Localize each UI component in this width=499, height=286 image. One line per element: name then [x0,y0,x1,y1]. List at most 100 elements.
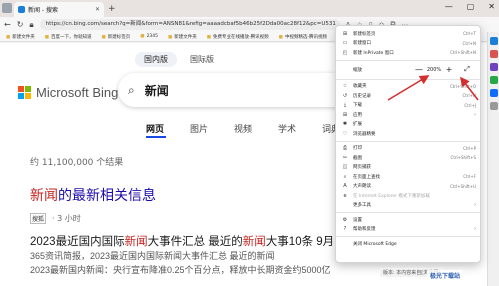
favorite-item[interactable]: 免费专业在线播放-腾讯视频 [207,34,269,40]
menu-item-favorites[interactable]: ☆ 收藏夹 Ctrl+Shift+O [336,82,480,92]
zoom-out-button[interactable]: — [412,65,426,74]
news-title-part: 大事10条 9月 [265,236,335,248]
menu-item-settings[interactable]: ⚙ 设置 [336,215,480,225]
favorite-item[interactable]: 中视频精选-腾讯视频 [279,34,327,40]
menu-item-history[interactable]: ↺ 历史记录 Ctrl+H [336,91,480,101]
news-title-part: 2023最近国内国际 [30,236,125,248]
menu-item-apps[interactable]: ⊞ 应用 › [336,110,480,120]
maximize-button[interactable]: ▢ [467,2,475,11]
search-box[interactable]: ⌕ 新闻 [118,73,368,107]
menu-item-more-tools[interactable]: 更多工具 › [336,201,480,211]
menu-item-help[interactable]: ? 帮助和反馈 › [336,225,480,235]
capture-icon: ◫ [342,164,348,171]
menu-label: 应用 [353,112,362,118]
zoom-in-button[interactable]: + [442,65,456,74]
tab-academic[interactable]: 学术 [278,122,322,135]
bing-logo[interactable]: Microsoft Bing [18,85,118,100]
menu-label: 扩展 [353,122,362,128]
results-count: 约 11,100,000 个结果 [30,158,124,168]
news-title-link[interactable]: 2023最近国内国际新闻大事件汇总 最近的新闻大事10条 9月 [30,233,334,249]
menu-item-web-capture[interactable]: ◫ 网页捕获 [336,163,480,173]
menu-item-inprivate[interactable]: ◰ 新建 InPrivate 窗口 Ctrl+Shift+N [336,48,480,58]
minimize-button[interactable]: — [445,2,453,11]
browser-tab[interactable]: 新闻 - 搜索 ✕ [14,2,104,17]
search-icon[interactable]: ⌕ [128,83,135,98]
new-tab-button[interactable]: + [108,4,116,14]
bing-favicon-icon [18,6,25,13]
result-title-link[interactable]: 新闻的最新相关信息 [30,185,156,205]
tab-images[interactable]: 图片 [190,122,234,135]
close-window-button[interactable]: ✕ [488,2,495,11]
result-type-tabs: 网页 图片 视频 学术 词典 [146,122,366,135]
menu-label: 关闭 Microsoft Edge [353,241,397,247]
bing-chat-icon[interactable] [489,37,498,45]
menu-label: 收藏夹 [353,84,367,90]
menu-item-close-edge[interactable]: 关闭 Microsoft Edge [336,239,480,249]
tab-web[interactable]: 网页 [146,122,190,135]
menu-item-read-aloud[interactable]: A 大声朗读 Ctrl+Shift+U [336,182,480,192]
edge-sidebar [487,32,499,286]
tab-videos[interactable]: 视频 [234,122,278,135]
active-tab-underline [146,136,166,138]
search-input[interactable]: 新闻 [145,82,169,99]
menu-item-find[interactable]: ⌕ 在页面上查找 Ctrl+F [336,172,480,182]
highlight-term: 新闻 [242,236,266,248]
menu-item-downloads[interactable]: ⤓ 下载 Ctrl+J [336,101,480,111]
region-scopes: 国内版 国际版 [135,52,223,67]
chevron-right-icon: › [474,111,476,118]
menu-label: 下载 [353,103,362,109]
menu-label: 新建标签页 [353,31,376,37]
menu-label: 在 Internet Explorer 模式下重新加载 [353,193,430,199]
menu-label: 打印 [353,146,362,152]
url-field[interactable]: https://cn.bing.com/search?q=新闻&form=ANS… [39,19,340,30]
menu-label: 新建窗口 [353,41,371,47]
favorite-item[interactable]: 百度一下，你就知道 [45,34,92,40]
menu-shortcut: Ctrl+F [463,174,476,180]
inprivate-icon: ◰ [342,49,348,56]
menu-label: 在页面上查找 [353,174,380,180]
favorite-item[interactable]: 新建标签页 [102,34,131,40]
menu-label: 更多工具 [353,203,371,209]
menu-divider [336,78,480,80]
menu-item-new-tab[interactable]: ⊞ 新建标签页 Ctrl+T [336,29,480,39]
scope-domestic[interactable]: 国内版 [135,52,177,67]
profile-icon[interactable] [2,3,12,13]
refresh-icon[interactable]: ↻ [17,20,24,29]
menu-item-new-window[interactable]: ▭ 新建窗口 Ctrl+N [336,39,480,49]
games-icon[interactable] [489,76,498,84]
menu-divider [336,140,480,142]
tools-icon[interactable] [489,63,498,71]
download-icon: ⤓ [343,102,347,109]
menu-item-essentials[interactable]: ♡ 浏览器精要 [336,129,480,139]
fullscreen-icon[interactable]: ⤢ [460,65,474,74]
menu-label: 网页捕获 [353,165,371,171]
menu-shortcut: Ctrl+T [463,31,476,37]
zoom-value: 200% [426,66,442,73]
favorite-item[interactable]: 2345 [140,34,158,39]
scope-international[interactable]: 国际版 [181,52,223,67]
menu-label: 帮助和反馈 [353,227,376,233]
favorite-item[interactable]: 新建文件夹 [6,34,35,40]
gear-icon: ⚙ [342,216,348,223]
microsoft-logo-icon [18,86,31,99]
new-tab-icon: ⊞ [342,30,348,37]
zoom-row: 缩放 — 200% + ⤢ [336,63,480,77]
tab-close-icon[interactable]: ✕ [95,6,100,13]
add-app-icon[interactable] [489,102,498,110]
result-time: · 3 小时 [52,214,81,223]
logo-text: Microsoft Bing [36,85,119,100]
menu-label: 历史记录 [353,93,371,99]
shopping-icon[interactable] [489,50,498,58]
menu-item-extensions[interactable]: ✱ 扩展 [336,120,480,130]
favorite-item[interactable]: 新建文件夹 [168,34,197,40]
menu-item-print[interactable]: ⎙ 打印 Ctrl+P [336,144,480,154]
outlook-icon[interactable] [489,89,498,97]
menu-item-screenshot[interactable]: ✂ 截图 Ctrl+Shift+S [336,153,480,163]
tab-title: 新闻 - 搜索 [28,7,58,14]
help-icon: ? [343,226,347,233]
news-snippet: 365资讯简报，2023最近国内国际新闻大事件汇总 最近的新闻 [30,251,275,261]
back-icon[interactable]: ← [4,20,11,29]
menu-shortcut: Ctrl+Shift+O [449,83,476,89]
menu-label: 设置 [353,217,362,223]
window-icon: ▭ [342,40,348,47]
